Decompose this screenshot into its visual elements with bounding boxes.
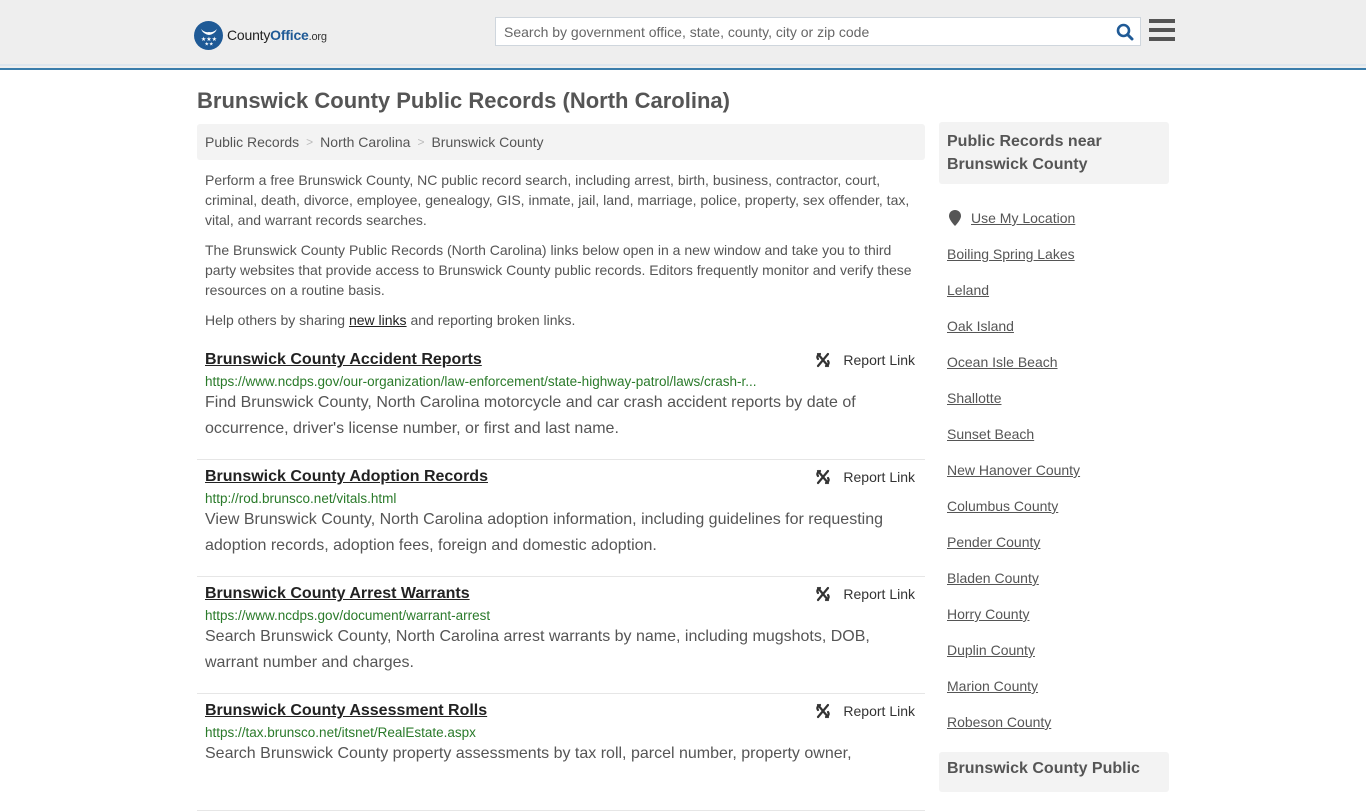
page-title: Brunswick County Public Records (North C… — [197, 88, 730, 113]
report-link-label: Report Link — [843, 352, 915, 368]
broken-link-icon — [816, 469, 831, 485]
sidebar-item: Horry County — [947, 596, 1167, 632]
breadcrumb-separator: > — [417, 135, 425, 149]
hamburger-menu-button[interactable] — [1149, 19, 1175, 43]
sidebar-heading: Public Records near Brunswick County — [939, 122, 1169, 184]
report-link-label: Report Link — [843, 703, 915, 719]
hamburger-line — [1149, 37, 1175, 41]
sidebar-link-leland[interactable]: Leland — [947, 282, 989, 298]
intro-text: Perform a free Brunswick County, NC publ… — [205, 170, 917, 340]
intro-paragraph-2: The Brunswick County Public Records (Nor… — [205, 242, 912, 298]
report-link-button[interactable]: Report Link — [815, 469, 915, 485]
broken-link-icon — [816, 703, 831, 719]
report-link-button[interactable]: Report Link — [815, 352, 915, 368]
record-description: View Brunswick County, North Carolina ad… — [205, 511, 883, 554]
sidebar-item: Marion County — [947, 668, 1167, 704]
record-description: Search Brunswick County property assessm… — [205, 745, 852, 762]
top-header-bar: ★★★ ★★ CountyOffice.org — [0, 0, 1366, 70]
report-link-button[interactable]: Report Link — [815, 586, 915, 602]
sidebar-item: Boiling Spring Lakes — [947, 236, 1167, 272]
search-icon — [1116, 23, 1134, 40]
sidebar-item: New Hanover County — [947, 452, 1167, 488]
record-description: Find Brunswick County, North Carolina mo… — [205, 394, 856, 437]
sidebar-link-duplin-county[interactable]: Duplin County — [947, 642, 1035, 658]
map-pin-icon — [949, 210, 961, 226]
sidebar-link-horry-county[interactable]: Horry County — [947, 606, 1029, 622]
use-my-location-item: Use My Location — [947, 200, 1167, 236]
sidebar-link-sunset-beach[interactable]: Sunset Beach — [947, 426, 1034, 442]
record-title-link[interactable]: Brunswick County Adoption Records — [205, 468, 488, 486]
record-url[interactable]: https://www.ncdps.gov/document/warrant-a… — [205, 608, 917, 623]
record-url[interactable]: https://www.ncdps.gov/our-organization/l… — [205, 374, 917, 389]
sidebar-item: Shallotte — [947, 380, 1167, 416]
logo-text: CountyOffice.org — [227, 27, 327, 43]
record-url[interactable]: http://rod.brunsco.net/vitals.html — [205, 491, 917, 506]
sidebar-link-pender-county[interactable]: Pender County — [947, 534, 1040, 550]
new-links-link[interactable]: new links — [349, 312, 407, 328]
report-link-label: Report Link — [843, 469, 915, 485]
hamburger-menu-icon — [1149, 19, 1175, 23]
sidebar-link-bladen-county[interactable]: Bladen County — [947, 570, 1039, 586]
sidebar-item: Oak Island — [947, 308, 1167, 344]
sidebar-link-new-hanover-county[interactable]: New Hanover County — [947, 462, 1080, 478]
record-title-link[interactable]: Brunswick County Assessment Rolls — [205, 702, 487, 720]
eagle-stars-logo-icon: ★★★ ★★ — [194, 20, 223, 50]
records-list: Brunswick County Accident Reports Report… — [197, 343, 925, 811]
breadcrumb-north-carolina[interactable]: North Carolina — [320, 134, 410, 150]
sidebar-link-columbus-county[interactable]: Columbus County — [947, 498, 1058, 514]
record-url[interactable]: https://tax.brunsco.net/itsnet/RealEstat… — [205, 725, 917, 740]
record-title-link[interactable]: Brunswick County Arrest Warrants — [205, 585, 470, 603]
sidebar-item: Bladen County — [947, 560, 1167, 596]
record-item: Brunswick County Adoption Records Report… — [197, 460, 925, 577]
help-prefix: Help others by sharing — [205, 312, 349, 328]
svg-text:★★: ★★ — [204, 42, 213, 47]
record-description: Search Brunswick County, North Carolina … — [205, 628, 870, 671]
broken-link-icon — [816, 352, 831, 368]
use-my-location-link[interactable]: Use My Location — [971, 210, 1075, 226]
record-item: Brunswick County Assessment Rolls Report… — [197, 694, 925, 811]
site-logo[interactable]: ★★★ ★★ CountyOffice.org — [194, 20, 327, 50]
help-suffix: and reporting broken links. — [406, 312, 576, 328]
breadcrumb: Public Records > North Carolina > Brunsw… — [197, 124, 925, 160]
breadcrumb-public-records[interactable]: Public Records — [205, 134, 299, 150]
sidebar-item: Columbus County — [947, 488, 1167, 524]
sidebar-item: Duplin County — [947, 632, 1167, 668]
sidebar-link-marion-county[interactable]: Marion County — [947, 678, 1038, 694]
sidebar-heading-2: Brunswick County Public — [939, 752, 1169, 792]
intro-paragraph-1: Perform a free Brunswick County, NC publ… — [205, 172, 910, 228]
broken-link-icon — [816, 586, 831, 602]
breadcrumb-brunswick-county[interactable]: Brunswick County — [431, 134, 543, 150]
record-item: Brunswick County Accident Reports Report… — [197, 343, 925, 460]
sidebar-link-robeson-county[interactable]: Robeson County — [947, 714, 1051, 730]
sidebar-link-ocean-isle-beach[interactable]: Ocean Isle Beach — [947, 354, 1058, 370]
sidebar-item: Ocean Isle Beach — [947, 344, 1167, 380]
sidebar-item: Leland — [947, 272, 1167, 308]
sidebar-link-shallotte[interactable]: Shallotte — [947, 390, 1001, 406]
report-link-button[interactable]: Report Link — [815, 703, 915, 719]
search-input[interactable] — [496, 18, 1110, 45]
help-text: Help others by sharing new links and rep… — [205, 310, 917, 330]
sidebar-link-oak-island[interactable]: Oak Island — [947, 318, 1014, 334]
record-item: Brunswick County Arrest Warrants Report … — [197, 577, 925, 694]
nearby-list: Use My Location Boiling Spring Lakes Lel… — [947, 200, 1167, 740]
breadcrumb-separator: > — [306, 135, 314, 149]
search-bar — [495, 17, 1141, 46]
sidebar-item: Sunset Beach — [947, 416, 1167, 452]
sidebar-item: Robeson County — [947, 704, 1167, 740]
search-button[interactable] — [1110, 18, 1140, 45]
hamburger-line — [1149, 28, 1175, 32]
record-title-link[interactable]: Brunswick County Accident Reports — [205, 351, 482, 369]
sidebar-item: Pender County — [947, 524, 1167, 560]
sidebar-link-boiling-spring-lakes[interactable]: Boiling Spring Lakes — [947, 246, 1075, 262]
report-link-label: Report Link — [843, 586, 915, 602]
